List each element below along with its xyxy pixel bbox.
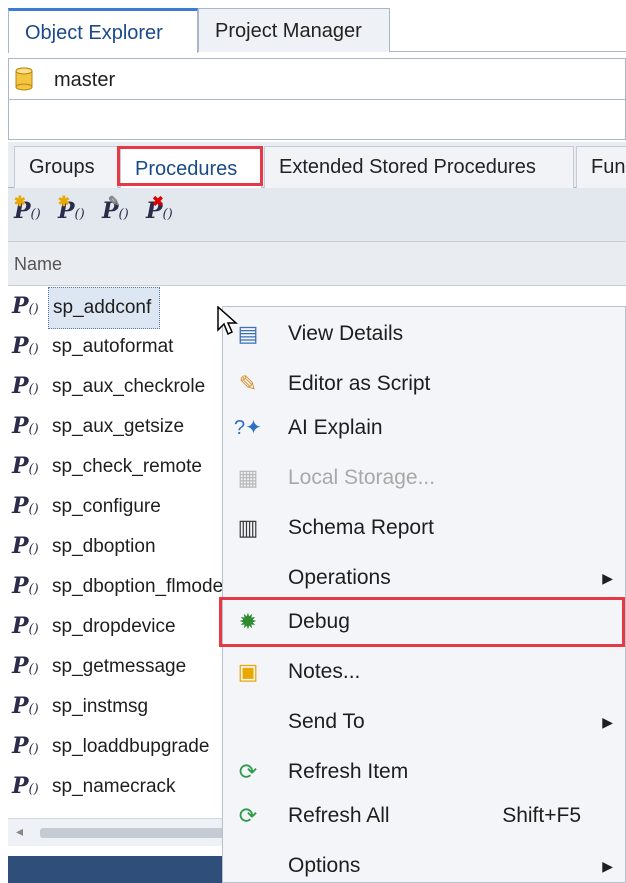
procedure-icon: P() <box>12 693 39 719</box>
procedure-icon: P() <box>12 493 39 519</box>
mouse-cursor-icon <box>217 306 238 336</box>
list-column-header[interactable]: Name <box>8 242 626 286</box>
menu-item-operations[interactable]: Operations ▶ <box>223 555 625 601</box>
new-procedure-icon[interactable]: ✱ P() <box>14 194 52 232</box>
object-type-tabs: Groups Procedures Extended Stored Proced… <box>8 142 626 188</box>
horizontal-scrollbar[interactable]: ◂ <box>8 818 248 846</box>
procedure-icon: P() <box>12 333 39 359</box>
procedure-icon: P() <box>12 373 39 399</box>
debug-icon: ✹ <box>238 609 258 634</box>
menu-item-label: Options <box>288 854 361 877</box>
top-tab-bar: Object Explorer Project Manager <box>8 8 626 53</box>
procedure-icon: P() <box>12 653 39 679</box>
menu-item-label: Refresh Item <box>288 760 409 783</box>
context-menu: ▤ View Details ✎ Editor as Script ?✦ AI Expla… <box>219 306 626 883</box>
new-procedure-wizard-icon[interactable]: ✱ P() <box>58 194 96 232</box>
menu-item-label: Notes... <box>288 660 361 683</box>
tab-procedures[interactable]: Procedures <box>120 146 262 188</box>
tab-object-explorer[interactable]: Object Explorer <box>8 8 198 53</box>
procedure-name: sp_configure <box>52 496 161 517</box>
submenu-arrow-icon: ▶ <box>602 714 613 730</box>
procedure-icon: P() <box>12 453 39 479</box>
local-storage-icon: ▦ <box>237 465 259 490</box>
tab-groups[interactable]: Groups <box>14 146 118 188</box>
procedure-name: sp_namecrack <box>52 776 176 797</box>
menu-item-schema-report[interactable]: ▥ Schema Report <box>223 505 625 551</box>
submenu-arrow-icon: ▶ <box>602 570 613 586</box>
menu-item-label: Debug <box>288 610 350 633</box>
menu-item-view-details[interactable]: ▤ View Details <box>223 311 625 357</box>
menu-item-editor-as-script[interactable]: ✎ Editor as Script <box>223 361 625 407</box>
tab-extended-stored-procedures[interactable]: Extended Stored Procedures <box>264 146 574 188</box>
menu-item-label: Schema Report <box>288 516 434 539</box>
menu-item-label: Local Storage... <box>288 466 436 489</box>
procedure-name: sp_autoformat <box>52 336 174 357</box>
menu-item-label: Operations <box>288 566 391 589</box>
column-name-label: Name <box>14 254 63 274</box>
scrollbar-thumb[interactable] <box>40 828 240 838</box>
edit-procedure-icon[interactable]: ✎ P() <box>102 194 140 232</box>
refresh-item-icon: ⟳ <box>238 759 258 784</box>
menu-item-label: View Details <box>288 322 404 345</box>
procedure-toolbar: ✱ P() ✱ P() ✎ P() ✖ P() <box>8 188 626 242</box>
menu-item-label: Send To <box>288 710 365 733</box>
edit-script-icon: ✎ <box>238 371 258 396</box>
menu-item-options[interactable]: Options ▶ <box>223 843 625 883</box>
ai-explain-icon: ?✦ <box>234 417 262 439</box>
refresh-all-icon: ⟳ <box>238 803 258 828</box>
procedure-icon: P() <box>12 413 39 439</box>
procedure-name: sp_instmsg <box>52 696 149 717</box>
database-icon <box>15 67 33 91</box>
drop-procedure-icon[interactable]: ✖ P() <box>146 194 184 232</box>
menu-item-notes[interactable]: ▣ Notes... <box>223 649 625 695</box>
procedure-name: sp_dropdevice <box>52 616 176 637</box>
procedure-name: sp_getmessage <box>52 656 187 677</box>
menu-item-label: Editor as Script <box>288 372 431 395</box>
menu-item-local-storage: ▦ Local Storage... <box>223 455 625 501</box>
menu-item-label: Refresh All <box>288 804 390 827</box>
procedure-icon: P() <box>12 293 39 319</box>
procedure-icon: P() <box>12 573 39 599</box>
procedure-name: sp_aux_getsize <box>52 416 185 437</box>
schema-report-icon: ▥ <box>237 515 259 540</box>
procedure-icon: P() <box>12 733 39 759</box>
menu-item-ai-explain[interactable]: ?✦ AI Explain <box>223 405 625 451</box>
scroll-left-icon[interactable]: ◂ <box>16 823 23 840</box>
procedure-icon: P() <box>12 613 39 639</box>
menu-item-label: AI Explain <box>288 416 383 439</box>
status-bar <box>8 856 248 883</box>
procedure-name: sp_loaddbupgrade <box>52 736 210 757</box>
procedure-name: sp_aux_checkrole <box>52 376 206 397</box>
procedure-icon: P() <box>12 533 39 559</box>
menu-item-debug[interactable]: ✹ Debug <box>223 599 625 645</box>
procedure-name: sp_addconf <box>48 287 161 329</box>
submenu-arrow-icon: ▶ <box>602 858 613 874</box>
procedure-name: sp_check_remote <box>52 456 202 477</box>
procedure-name: sp_dboption <box>52 536 156 557</box>
notes-icon: ▣ <box>237 659 259 684</box>
tab-functions[interactable]: Fun <box>576 146 626 188</box>
filter-input[interactable] <box>8 100 626 140</box>
database-name: master <box>54 69 116 91</box>
tab-project-manager[interactable]: Project Manager <box>198 8 390 52</box>
menu-item-send-to[interactable]: Send To ▶ <box>223 699 625 745</box>
menu-item-refresh-all[interactable]: ⟳ Refresh All Shift+F5 <box>223 793 625 839</box>
database-selector[interactable]: master <box>8 58 626 100</box>
menu-item-refresh-item[interactable]: ⟳ Refresh Item <box>223 749 625 795</box>
menu-item-shortcut: Shift+F5 <box>502 804 581 827</box>
procedure-name: sp_dboption_flmode <box>52 576 224 597</box>
procedure-icon: P() <box>12 773 39 799</box>
